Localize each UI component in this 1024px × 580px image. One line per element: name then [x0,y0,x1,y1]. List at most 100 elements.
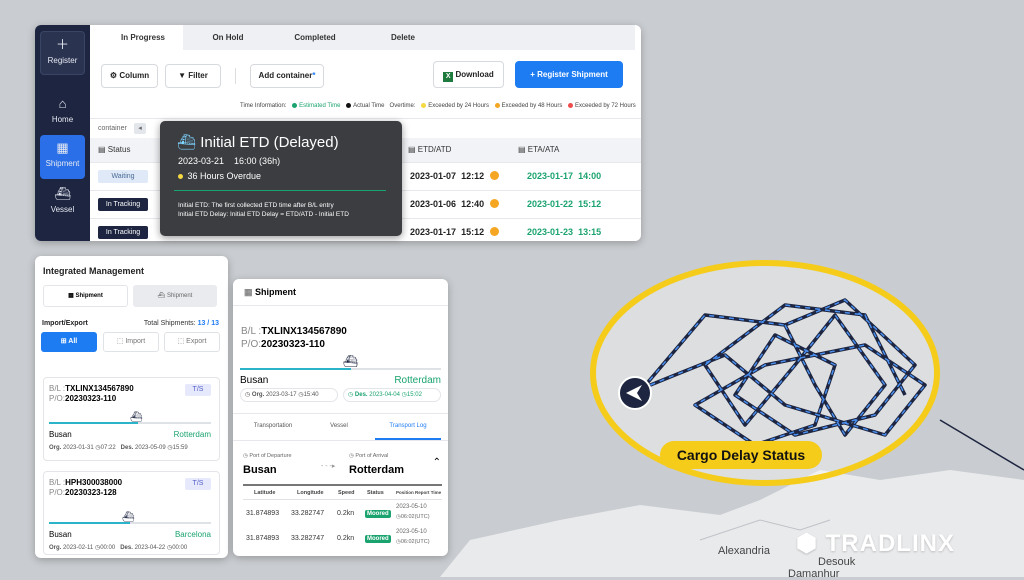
overtime-dot-icon [490,199,500,208]
legend-h48: Exceeded by 48 Hours [501,103,563,110]
overtime-dot-icon [490,171,500,180]
tooltip-datetime: 2023-03-21 16:00 (36h) [178,156,281,166]
register-shipment-button[interactable]: + Register Shipment [515,61,623,88]
shipment-title-text: Shipment [255,287,297,297]
log-row: 31.874893 33.282747 0.2kn Moored 2023-05… [243,527,442,551]
route-progress [240,368,441,370]
col-etd[interactable]: ▤ ETD/ATD [408,145,451,154]
des-date: 2023-04-04 [369,392,400,398]
col-eta-label: ETA/ATA [527,145,560,154]
legend-h24: Exceeded by 24 Hours [428,103,489,110]
filter-import-label: Import [125,338,146,345]
bl-label: B/L : [241,326,262,337]
logo-mark-icon: ⬢ [796,530,826,557]
column-button[interactable]: ⚙ Column [101,64,158,88]
total-value: 13 / 13 [197,320,219,327]
org-label: Org. [49,545,62,551]
filter-export-button[interactable]: ⬚ Export [164,332,220,352]
h72-dot-icon [567,103,573,108]
tooltip-title: Initial ETD (Delayed) [200,134,339,151]
detail-bl: B/L :TXLINX134567890 [241,326,347,337]
tooltip-note-2: Initial ETD Delay: Initial ETD Delay = E… [178,211,349,218]
brand-text: TRADLINX [825,530,955,557]
collapse-chevron-icon[interactable]: ◂ [134,123,146,134]
pod-label-text: Port of Departure [249,453,292,459]
tab-delete[interactable]: Delete [363,25,443,50]
collapse-chevron-icon[interactable]: ⌃ [433,457,441,468]
delay-route-map [590,260,940,486]
filter-import-button[interactable]: ⬚ Import [103,332,159,352]
col-etd-label: ETD/ATD [417,145,452,154]
log-col-status: Status [367,490,384,496]
clock-icon: ◷ [348,392,354,398]
initial-etd-tooltip: ⛴ Initial ETD (Delayed) 2023-03-21 16:00… [160,121,402,236]
log-lon: 33.282747 [291,510,325,517]
status-badge: Waiting [98,170,148,183]
bl-label: B/L : [49,478,66,487]
column-label: Column [119,71,150,80]
h24-dot-icon [421,103,427,108]
legend-estimated: Estimated Time [299,103,341,110]
container-label: container [98,125,127,132]
poa-label: ◷ Port of Arrival [349,453,388,459]
log-table-header: Latitude Longitude Speed Status Position… [243,484,442,500]
h48-dot-icon [494,103,500,108]
shipment-icon: ▦ [68,293,76,299]
register-button[interactable]: ＋ Register [40,31,85,75]
sort-icon: ▤ [408,145,418,154]
card-po: P/O:20230323-110 [49,394,116,403]
log-col-report-time: Position Report Time [396,490,442,495]
destination-port: Rotterdam [394,375,441,386]
tooltip-note-1: Initial ETD: The first collected ETD tim… [178,202,334,209]
col-eta[interactable]: ▤ ETA/ATA [518,145,559,154]
status-badge: In Tracking [98,198,148,211]
vessel-icon: ⛴ [54,186,71,201]
download-button[interactable]: X Download [433,61,504,88]
origin-port: Busan [240,375,269,386]
etd-date: 2023-01-07 [410,171,457,181]
sidebar-item-shipment[interactable]: ▦ Shipment [40,135,85,179]
po-value: 20230323-110 [261,339,325,350]
ship-icon: ⛴ [177,134,197,151]
po-label: P/O: [241,339,262,350]
tab-vessel[interactable]: Vessel [309,423,369,429]
sidebar-item-vessel[interactable]: ⛴ Vessel [40,181,85,225]
log-date: 2023-05-10 [396,504,427,510]
log-time: 06:02(UTC) [400,514,430,520]
sidebar-label-shipment: Shipment [45,159,80,168]
import-export-label: Import/Export [42,320,88,327]
tab-shipment-vessel[interactable]: ⛴ Shipment [133,285,217,307]
des-label: Des. [120,545,133,551]
route-progress-fill [49,522,130,524]
shipment-card[interactable]: B/L :TXLINX134567890 P/O:20230323-110 T/… [43,377,220,461]
cargo-delay-status-label: Cargo Delay Status [660,441,822,469]
filter-label: Filter [188,71,208,80]
tab-completed[interactable]: Completed [275,25,355,50]
shipment-card[interactable]: B/L :HPH300038000 P/O:20230323-128 T/S ⛴… [43,471,220,555]
etd-time: 12:12 [461,171,485,181]
eta-date: 2023-01-22 [527,199,574,209]
pod-label: ◷ Port of Departure [243,453,292,459]
add-container-button[interactable]: Add container* [250,64,324,88]
legend-overtime: Overtime: [389,103,416,110]
po-label: P/O: [49,394,66,403]
tab-shipment-list[interactable]: ▦ Shipment [43,285,128,307]
city-alexandria: Alexandria [718,545,770,557]
header-divider [233,305,448,306]
col-status-label: Status [107,145,131,154]
estimated-dot-icon [292,103,298,108]
home-icon: ⌂ [58,96,67,111]
tab-transport-log[interactable]: Transport Log [375,423,441,429]
tab-in-progress[interactable]: In Progress [103,25,183,50]
status-badge: In Tracking [98,226,148,239]
tab-transportation[interactable]: Transportation [243,423,303,429]
destination-port: Rotterdam [173,430,211,439]
col-status[interactable]: ▤ Status [98,145,130,154]
filter-all-button[interactable]: ⊞ All [41,332,97,352]
des-date: 2023-05-09 [135,445,166,451]
filter-button[interactable]: ▼ Filter [165,64,221,88]
sidebar-item-home[interactable]: ⌂ Home [40,91,85,135]
toolbar-divider [235,68,236,84]
tab-on-hold[interactable]: On Hold [188,25,268,50]
po-label: P/O: [49,488,66,497]
